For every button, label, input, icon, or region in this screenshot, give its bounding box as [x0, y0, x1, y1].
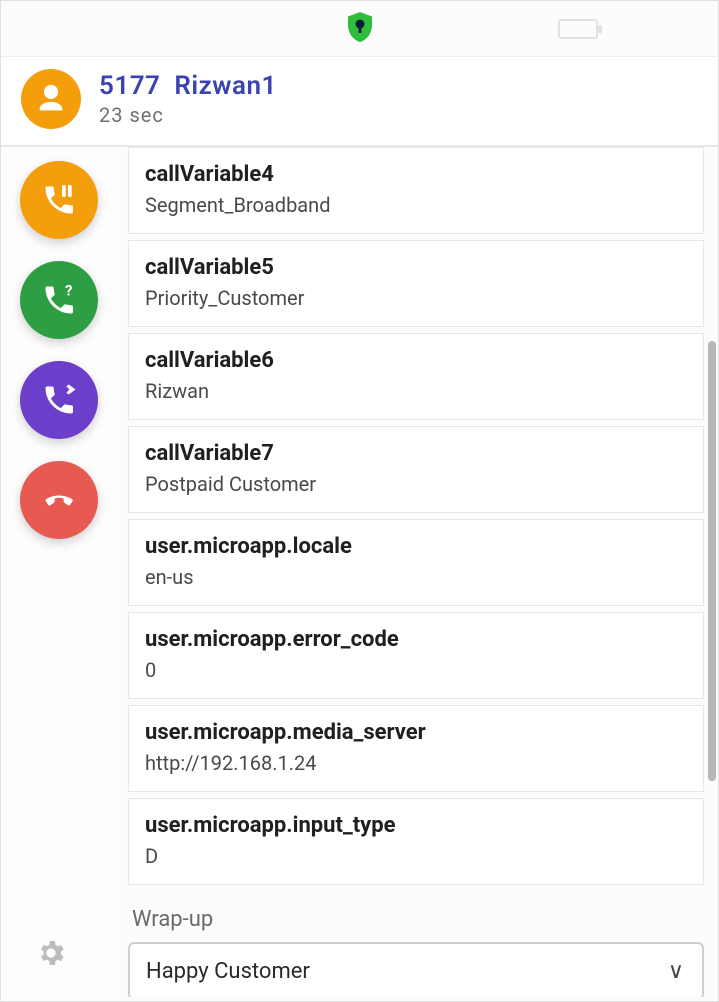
end-call-button[interactable] [20, 461, 98, 539]
caller-avatar [21, 69, 81, 129]
chevron-down-icon: ∨ [668, 959, 684, 984]
caller-title: 5177 Rizwan1 [99, 71, 277, 101]
call-variable-item: user.microapp.error_code 0 [128, 612, 704, 699]
consult-button[interactable]: ? [20, 261, 98, 339]
call-variable-item: user.microapp.input_type D [128, 798, 704, 885]
cv-value: http://192.168.1.24 [145, 751, 687, 775]
cv-key: callVariable6 [145, 348, 687, 373]
cv-value: 0 [145, 658, 687, 682]
caller-id: 5177 [99, 71, 160, 101]
call-variable-item: user.microapp.locale en-us [128, 519, 704, 606]
call-variable-item: user.microapp.media_server http://192.16… [128, 705, 704, 792]
call-duration: 23 sec [99, 103, 277, 127]
battery-icon [558, 19, 598, 39]
cv-value: D [145, 844, 687, 868]
hold-button[interactable] [20, 161, 98, 239]
svg-text:?: ? [65, 282, 72, 300]
caller-header: 5177 Rizwan1 23 sec [1, 57, 718, 147]
cv-value: Postpaid Customer [145, 472, 687, 496]
cv-key: callVariable5 [145, 255, 687, 280]
call-variable-item: callVariable4 Segment_Broadband [128, 147, 704, 234]
wrapup-label: Wrap-up [128, 891, 704, 942]
call-variables-panel[interactable]: callVariable4 Segment_Broadband callVari… [116, 147, 718, 997]
status-bar [1, 1, 718, 57]
cv-key: callVariable7 [145, 441, 687, 466]
cv-value: Rizwan [145, 379, 687, 403]
cv-key: user.microapp.locale [145, 534, 687, 559]
wrapup-selected-value: Happy Customer [146, 959, 310, 984]
cv-value: Priority_Customer [145, 286, 687, 310]
vpn-shield-icon [342, 9, 378, 49]
transfer-button[interactable] [20, 361, 98, 439]
call-actions: ? [1, 147, 116, 997]
cv-value: en-us [145, 565, 687, 589]
cv-value: Segment_Broadband [145, 193, 687, 217]
settings-gear-icon[interactable] [35, 937, 67, 969]
call-variable-item: callVariable5 Priority_Customer [128, 240, 704, 327]
caller-name: Rizwan1 [174, 71, 276, 101]
wrapup-select[interactable]: Happy Customer ∨ [128, 942, 704, 997]
cv-key: user.microapp.error_code [145, 627, 687, 652]
cv-key: callVariable4 [145, 162, 687, 187]
call-variable-item: callVariable7 Postpaid Customer [128, 426, 704, 513]
scrollbar[interactable] [708, 341, 716, 781]
cv-key: user.microapp.media_server [145, 720, 687, 745]
call-variable-item: callVariable6 Rizwan [128, 333, 704, 420]
cv-key: user.microapp.input_type [145, 813, 687, 838]
